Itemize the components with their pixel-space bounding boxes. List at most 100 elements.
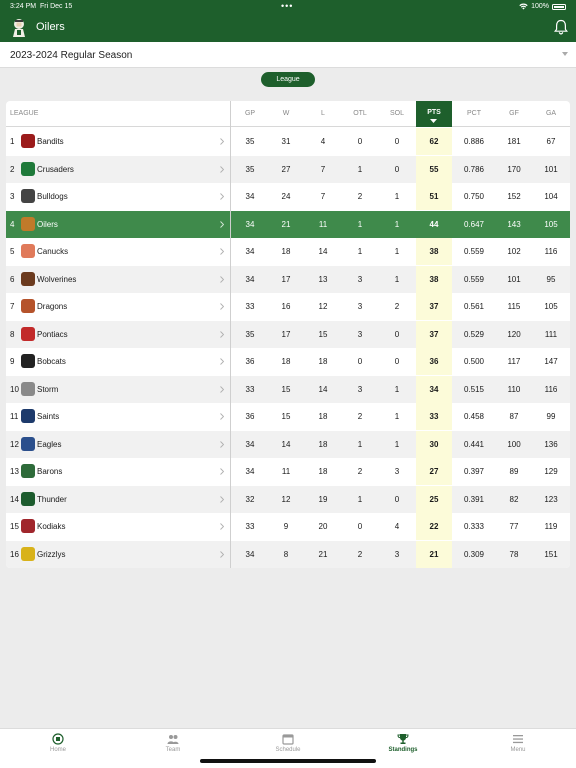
bell-icon[interactable]: [554, 19, 568, 35]
team-logo-icon: [21, 381, 35, 396]
team-title[interactable]: Oilers: [36, 21, 65, 33]
cell-w: 17: [281, 274, 291, 284]
tab-home[interactable]: Home: [28, 733, 88, 759]
cell-pct: 0.458: [463, 412, 485, 421]
table-row[interactable]: 3 Bulldogs 34 24 7 2 1 51 0.750 152 104: [6, 183, 570, 210]
league-filter-button[interactable]: League: [261, 72, 315, 87]
table-row[interactable]: 12 Eagles 34 14 18 1 1 30 0.441 100 136: [6, 430, 570, 458]
table-row[interactable]: 16 Grizzlys 34 8 21 2 3 21 0.309 78 151: [6, 540, 570, 568]
table-row[interactable]: 1 Bandits 35 31 4 0 0 62 0.886 181 67: [6, 128, 570, 155]
col-header-w[interactable]: W: [268, 101, 304, 127]
cell-pct: 0.391: [463, 494, 485, 504]
team-logo-icon: [21, 464, 35, 478]
col-header-sol[interactable]: SOL: [379, 101, 415, 127]
table-row[interactable]: 9 Bobcats 36 18 18 0 0 36 0.500 117 147: [6, 348, 570, 375]
multitask-dots[interactable]: •••: [281, 1, 293, 11]
table-row[interactable]: 6 Wolverines 34 17 13 3 1 38 0.559 101 95: [6, 265, 570, 293]
cell-l: 14: [318, 247, 328, 256]
cell-w: 18: [281, 247, 291, 256]
table-row[interactable]: 15 Kodiaks 33 9 20 0 4 22 0.333 77 119: [6, 513, 570, 540]
home-icon: [52, 733, 64, 745]
tab-team[interactable]: Team: [143, 733, 203, 759]
cell-gf: 78: [509, 549, 519, 559]
col-header-gf[interactable]: GF: [496, 101, 532, 127]
table-row[interactable]: 8 Pontiacs 35 17 15 3 0 37 0.529 120 111: [6, 320, 570, 348]
cell-otl: 3: [357, 302, 363, 311]
cell-gf: 101: [507, 274, 521, 284]
tab-standings[interactable]: Standings: [373, 733, 433, 759]
tab-schedule[interactable]: Schedule: [258, 733, 318, 759]
col-header-otl[interactable]: OTL: [342, 101, 378, 127]
cell-sol: 1: [394, 274, 400, 284]
cell-gf: 120: [507, 329, 521, 339]
cell-pts: 38: [429, 247, 439, 256]
chevron-right-icon: [220, 385, 224, 393]
cell-otl: 1: [357, 439, 363, 449]
table-row[interactable]: 10 Storm 33 15 14 3 1 34 0.515 110 116: [6, 375, 570, 403]
cell-w: 15: [281, 384, 291, 394]
cell-team-name: Bulldogs: [37, 192, 68, 201]
cell-l: 13: [318, 274, 328, 284]
team-logo-icon: [21, 326, 35, 341]
col-header-gp[interactable]: GP: [232, 101, 268, 127]
tab-menu[interactable]: Menu: [488, 733, 548, 759]
chevron-right-icon: [220, 550, 224, 558]
table-row[interactable]: 13 Barons 34 11 18 2 3 27 0.397 89 129: [6, 458, 570, 485]
chevron-right-icon: [220, 358, 224, 365]
team-logo-icon[interactable]: [10, 17, 28, 37]
cell-team-name: Bandits: [37, 137, 64, 146]
chevron-right-icon: [220, 303, 224, 310]
chevron-right-icon: [220, 165, 224, 173]
cell-w: 12: [281, 494, 291, 504]
cell-otl: 2: [357, 412, 363, 421]
cell-gp: 33: [245, 302, 255, 311]
cell-pct: 0.886: [463, 137, 485, 146]
table-row[interactable]: 5 Canucks 34 18 14 1 1 38 0.559 102 116: [6, 238, 570, 265]
menu-icon: [513, 735, 523, 744]
chevron-right-icon: [220, 440, 224, 448]
cell-pts: 34: [429, 384, 439, 394]
team-logo-icon: [21, 546, 35, 561]
cell-team-name: Oilers: [37, 219, 58, 229]
table-row[interactable]: 2 Crusaders 35 27 7 1 0 55 0.786 170 101: [6, 155, 570, 183]
col-header-pts[interactable]: PTS: [416, 101, 452, 127]
col-header-league[interactable]: LEAGUE: [10, 101, 90, 127]
cell-sol: 1: [394, 384, 400, 394]
tab-team-label: Team: [165, 747, 181, 753]
cell-gp: 34: [245, 439, 255, 449]
cell-w: 31: [281, 137, 291, 146]
home-indicator[interactable]: [200, 759, 376, 763]
cell-ga: 147: [544, 357, 558, 366]
table-row[interactable]: 4 Oilers 34 21 11 1 1 44 0.647 143 105: [6, 210, 570, 238]
col-header-ga[interactable]: GA: [533, 101, 569, 127]
col-header-l[interactable]: L: [305, 101, 341, 127]
cell-pts: 22: [429, 522, 439, 531]
cell-team-name: Grizzlys: [37, 549, 66, 559]
cell-pts: 55: [429, 164, 439, 174]
cell-gf: 143: [507, 219, 521, 229]
team-logo-icon: [21, 161, 35, 176]
chevron-right-icon: [220, 248, 224, 255]
cell-team-name: Dragons: [37, 302, 68, 311]
cell-pct: 0.441: [463, 439, 485, 449]
cell-gp: 34: [245, 274, 255, 284]
cell-otl: 0: [357, 137, 363, 146]
cell-l: 18: [318, 357, 328, 366]
cell-l: 19: [318, 494, 328, 504]
cell-gp: 32: [245, 494, 255, 504]
cell-ga: 111: [544, 329, 558, 339]
col-header-pct[interactable]: PCT: [456, 101, 492, 127]
cell-pct: 0.559: [463, 274, 485, 284]
cell-gp: 34: [245, 219, 255, 229]
cell-pct: 0.559: [463, 247, 485, 256]
trophy-icon: [397, 734, 409, 744]
cell-ga: 67: [546, 137, 556, 146]
season-selector[interactable]: 2023-2024 Regular Season: [0, 42, 576, 68]
cell-gp: 34: [245, 247, 255, 256]
table-row[interactable]: 14 Thunder 32 12 19 1 0 25 0.391 82 123: [6, 485, 570, 513]
table-row[interactable]: 7 Dragons 33 16 12 3 2 37 0.561 115 105: [6, 293, 570, 320]
table-row[interactable]: 11 Saints 36 15 18 2 1 33 0.458 87 99: [6, 403, 570, 430]
cell-l: 4: [320, 137, 326, 146]
cell-w: 21: [281, 219, 291, 229]
cell-pts: 37: [429, 302, 439, 311]
